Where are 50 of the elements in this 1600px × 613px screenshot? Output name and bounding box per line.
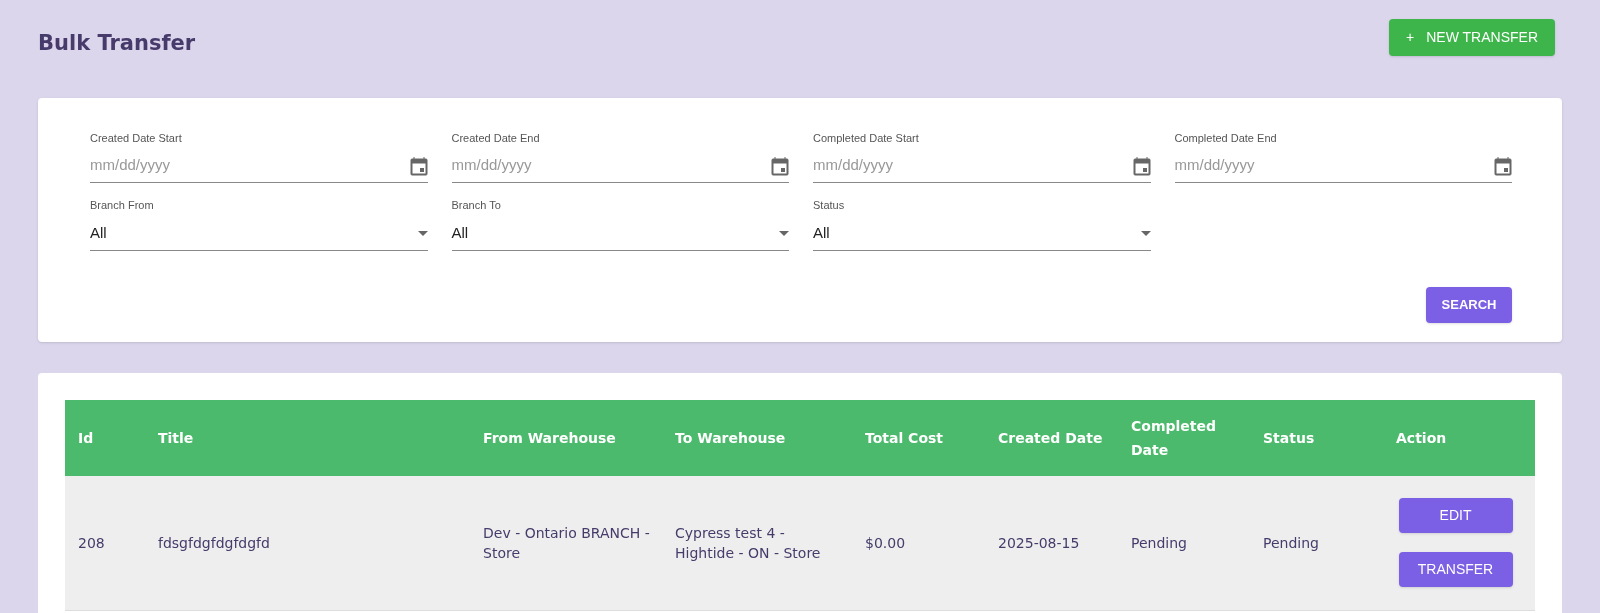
calendar-icon[interactable] xyxy=(1494,155,1512,176)
calendar-icon[interactable] xyxy=(1132,155,1151,176)
field-label: Branch From xyxy=(90,198,155,213)
date-placeholder: mm/dd/yyyy xyxy=(90,155,170,176)
calendar-icon[interactable] xyxy=(771,155,789,176)
date-placeholder: mm/dd/yyyy xyxy=(1174,155,1255,176)
date-field[interactable]: mm/dd/yyyy xyxy=(813,153,1151,183)
column-header: Id xyxy=(78,429,94,446)
column-header: Created Date xyxy=(998,429,1103,446)
date-placeholder: mm/dd/yyyy xyxy=(813,155,893,176)
table-cell: $0.00 xyxy=(865,534,906,551)
caret-icon xyxy=(1140,230,1151,236)
page-title: Bulk Transfer xyxy=(38,30,196,57)
field-label: Created Date End xyxy=(451,130,541,146)
date-field[interactable]: mm/dd/yyyy xyxy=(90,153,428,183)
new-transfer-button[interactable]: + NEW TRANSFER xyxy=(1389,19,1555,56)
action-button[interactable]: TRANSFER xyxy=(1398,552,1513,587)
date-field[interactable]: mm/dd/yyyy xyxy=(1174,153,1512,183)
table-cell: 208 xyxy=(78,534,105,551)
field-label: Completed Date End xyxy=(1174,130,1278,146)
dropdown-value: All xyxy=(451,222,469,243)
search-button[interactable]: SEARCH xyxy=(1426,286,1512,323)
caret-icon xyxy=(417,230,428,236)
column-header: Title xyxy=(158,429,194,446)
field-label: Completed Date Start xyxy=(813,130,920,146)
dropdown-value: All xyxy=(90,222,107,243)
column-header: Action xyxy=(1396,429,1447,446)
table-cell: Pending xyxy=(1263,534,1319,551)
table-cell: Pending xyxy=(1131,534,1187,551)
table-cell: Cypress test 4 - Hightide - ON - Store xyxy=(675,524,821,561)
dropdown-field[interactable]: All xyxy=(813,220,1151,251)
dropdown-field[interactable]: All xyxy=(451,220,789,251)
column-header: From Warehouse xyxy=(483,429,616,446)
column-header: Completed Date xyxy=(1131,417,1216,458)
column-header: Status xyxy=(1263,429,1315,446)
dropdown-value: All xyxy=(813,222,830,243)
field-label: Status xyxy=(813,198,846,213)
table-cell: Dev - Ontario BRANCH - Store xyxy=(483,524,650,561)
action-button[interactable]: EDIT xyxy=(1398,498,1513,533)
field-label: Branch To xyxy=(451,198,502,213)
calendar-icon[interactable] xyxy=(409,155,428,176)
column-header: To Warehouse xyxy=(675,429,786,446)
date-field[interactable]: mm/dd/yyyy xyxy=(451,153,789,183)
table-cell: 2025-08-15 xyxy=(998,534,1080,551)
column-header: Total Cost xyxy=(865,429,944,446)
field-label: Created Date Start xyxy=(90,130,183,146)
date-placeholder: mm/dd/yyyy xyxy=(451,155,532,176)
caret-icon xyxy=(779,230,789,236)
dropdown-field[interactable]: All xyxy=(90,220,428,251)
table-cell: fdsgfdgfdgfdgfd xyxy=(158,534,270,551)
